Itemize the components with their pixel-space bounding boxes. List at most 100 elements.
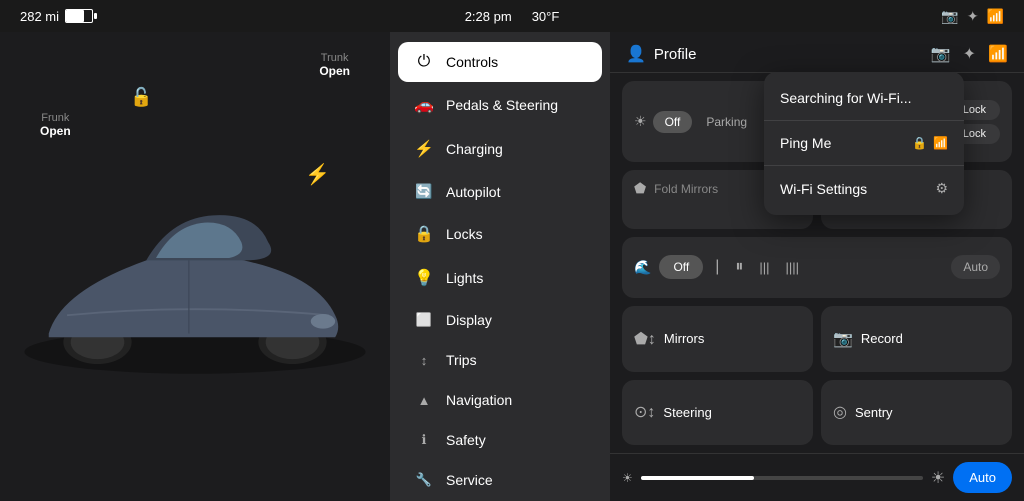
brightness-slider[interactable] (641, 476, 923, 480)
service-icon: 🔧 (414, 472, 434, 488)
climate-off-btn[interactable]: Off (653, 111, 693, 133)
signal-header-icon[interactable]: 📶 (988, 44, 1008, 64)
sidebar-item-autopilot[interactable]: 🔄 Autopilot (398, 172, 602, 211)
profile-header: 👤 Profile 📷 ✦ 📶 (610, 32, 1024, 73)
wifi-divider-1 (764, 120, 964, 121)
right-panel: 👤 Profile 📷 ✦ 📶 Searching for Wi-Fi... P… (610, 32, 1024, 501)
wiper-icon: 🌊 (634, 259, 651, 276)
steering-icon: ⊙↕ (634, 402, 655, 422)
safety-label: Safety (446, 432, 486, 448)
brightness-high-icon: ☀ (931, 468, 945, 488)
wifi-settings-icons: ⚙ (935, 180, 948, 197)
sidebar-item-display[interactable]: ⬜ Display (398, 301, 602, 339)
trips-icon: ↕ (414, 353, 434, 368)
sentry-card: ◎ Sentry (821, 380, 1012, 445)
navigation-label: Navigation (446, 392, 512, 408)
locks-label: Locks (446, 226, 483, 242)
time-display: 2:28 pm (465, 9, 512, 24)
profile-label: Profile (654, 46, 697, 63)
wifi-settings-item[interactable]: Wi-Fi Settings ⚙ (764, 170, 964, 207)
battery-icon (65, 9, 93, 23)
wifi-small-icon: 📶 (933, 136, 948, 150)
sun-icon: ☀ (634, 113, 647, 130)
wifi-searching-item: Searching for Wi-Fi... (764, 80, 964, 116)
camera-icon: 📷 (941, 8, 958, 25)
lock-icon-car: 🔓 (130, 87, 152, 108)
controls-icon: ⏻ (414, 53, 434, 71)
sidebar-item-trips[interactable]: ↕ Trips (398, 341, 602, 379)
sidebar-item-safety[interactable]: ℹ Safety (398, 421, 602, 459)
mirrors-label: Mirrors (664, 331, 704, 346)
autopilot-label: Autopilot (446, 184, 500, 200)
status-icons: 📷 ✦ 📶 (941, 8, 1004, 25)
record-icon: 📷 (833, 329, 853, 349)
sentry-icon: ◎ (833, 402, 847, 422)
service-label: Service (446, 472, 493, 488)
navigation-icon: ▲ (414, 393, 434, 408)
pedals-label: Pedals & Steering (446, 97, 558, 113)
mirrors-card: ⬟↕ Mirrors (622, 306, 813, 371)
battery-fill (66, 10, 84, 22)
time-temp-display: 2:28 pm 30°F (465, 9, 560, 24)
locks-icon: 🔒 (414, 224, 434, 244)
bluetooth-icon: ✦ (967, 8, 979, 25)
sidebar-item-charging[interactable]: ⚡ Charging (398, 128, 602, 170)
main-content: Trunk Open Frunk Open 🔓 ⚡ (0, 32, 1024, 501)
record-label: Record (861, 331, 903, 346)
sidebar-item-locks[interactable]: 🔒 Locks (398, 213, 602, 255)
brightness-fill (641, 476, 754, 480)
status-bar: 282 mi 2:28 pm 30°F 📷 ✦ 📶 (0, 0, 1024, 32)
frunk-label: Frunk Open (40, 112, 71, 138)
mirrors-icon: ⬟↕ (634, 329, 656, 349)
gear-icon: ⚙ (935, 180, 948, 197)
wifi-settings-label: Wi-Fi Settings (780, 181, 867, 197)
camera-header-icon[interactable]: 📷 (931, 44, 951, 64)
profile-icon: 👤 (626, 44, 646, 64)
mileage-display: 282 mi (20, 9, 93, 24)
bottom-bar: ☀ ☀ Auto (610, 453, 1024, 501)
wifi-searching-label: Searching for Wi-Fi... (780, 90, 911, 106)
ping-me-label: Ping Me (780, 135, 831, 151)
sidebar-item-navigation[interactable]: ▲ Navigation (398, 381, 602, 419)
steering-card: ⊙↕ Steering (622, 380, 813, 445)
bluetooth-header-icon[interactable]: ✦ (963, 44, 976, 64)
sidebar-item-lights[interactable]: 💡 Lights (398, 257, 602, 299)
lights-icon: 💡 (414, 268, 434, 288)
wifi-divider-2 (764, 165, 964, 166)
charging-label: Charging (446, 141, 503, 157)
header-icons: 📷 ✦ 📶 (931, 44, 1008, 64)
sidebar-item-controls[interactable]: ⏻ Controls (398, 42, 602, 82)
controls-label: Controls (446, 54, 498, 70)
wifi-ping-me-item[interactable]: Ping Me 🔒 📶 (764, 125, 964, 161)
temperature-display: 30°F (532, 9, 560, 24)
brightness-low-icon: ☀ (622, 471, 633, 485)
car-image (0, 32, 390, 501)
mileage-value: 282 mi (20, 9, 59, 24)
auto-mode-button[interactable]: Auto (953, 462, 1012, 493)
lock-small-icon: 🔒 (912, 136, 927, 150)
sidebar-item-service[interactable]: 🔧 Service (398, 461, 602, 499)
wifi-dropdown: Searching for Wi-Fi... Ping Me 🔒 📶 Wi-Fi… (764, 72, 964, 215)
safety-icon: ℹ (414, 432, 434, 448)
fold-mirrors-label: Fold Mirrors (654, 182, 718, 196)
charge-bolt-icon: ⚡ (305, 162, 330, 187)
trunk-label: Trunk Open (319, 52, 350, 78)
lights-label: Lights (446, 270, 483, 286)
display-icon: ⬜ (414, 312, 434, 328)
wiper-auto-btn[interactable]: Auto (951, 255, 1000, 279)
charging-icon: ⚡ (414, 139, 434, 159)
record-card: 📷 Record (821, 306, 1012, 371)
wiper-card: 🌊 Off | ⏸ ||| |||| Auto (622, 237, 1012, 298)
sentry-label: Sentry (855, 405, 893, 420)
sidebar: ⏻ Controls 🚗 Pedals & Steering ⚡ Chargin… (390, 32, 610, 501)
signal-icon: 📶 (987, 8, 1004, 25)
sidebar-item-pedals[interactable]: 🚗 Pedals & Steering (398, 84, 602, 126)
display-label: Display (446, 312, 492, 328)
pedals-icon: 🚗 (414, 95, 434, 115)
steering-label: Steering (663, 405, 711, 420)
fold-mirrors-icon: ⬟ (634, 180, 646, 197)
parking-label: Parking (706, 115, 747, 129)
wiper-off-btn[interactable]: Off (659, 255, 703, 279)
trips-label: Trips (446, 352, 477, 368)
autopilot-icon: 🔄 (414, 183, 434, 200)
